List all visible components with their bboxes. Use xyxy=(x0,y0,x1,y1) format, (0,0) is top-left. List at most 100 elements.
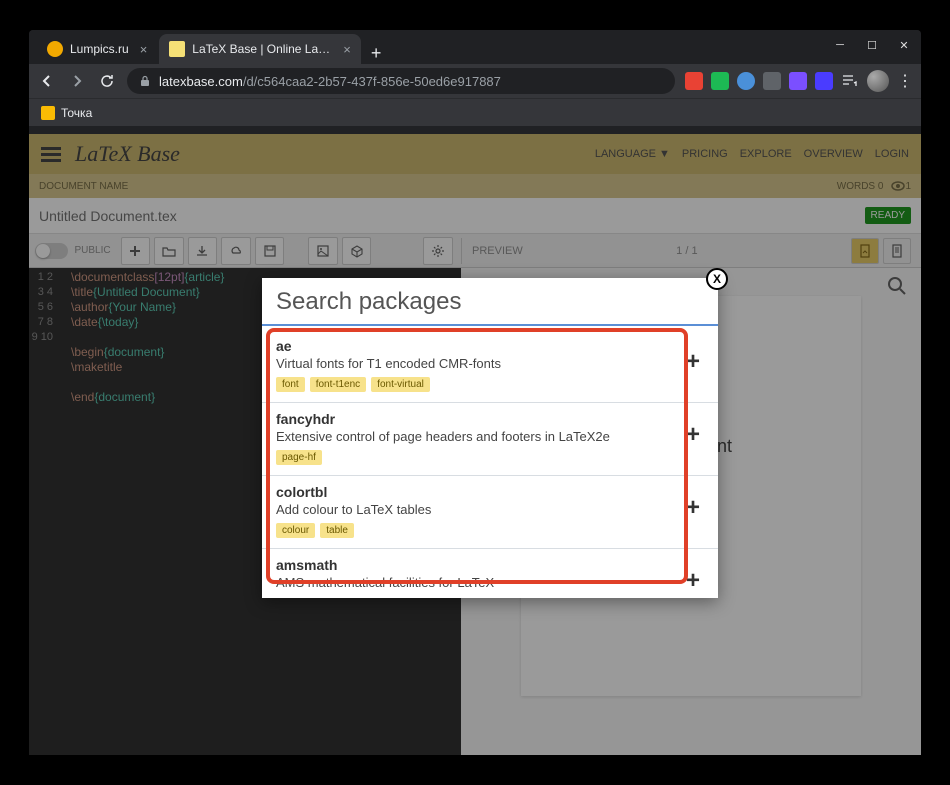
nav-language[interactable]: LANGUAGE ▼ xyxy=(595,148,670,160)
bookmark-label: Точка xyxy=(61,106,92,120)
package-name: amsmath xyxy=(276,557,700,573)
package-tags: page-hf xyxy=(276,450,700,465)
text-view-button[interactable] xyxy=(883,238,911,264)
bookmark-item[interactable]: Точка xyxy=(41,106,92,120)
ext-icon[interactable] xyxy=(711,72,729,90)
package-item[interactable]: colortbl Add colour to LaTeX tables colo… xyxy=(262,476,718,549)
close-tab-icon[interactable]: × xyxy=(343,42,351,57)
tab-favicon xyxy=(47,41,63,57)
browser-tab-latexbase[interactable]: LaTeX Base | Online LaTeX Editor × xyxy=(159,34,361,64)
ready-badge: READY xyxy=(865,207,911,224)
words-label: WORDS xyxy=(837,181,875,192)
zoom-icon[interactable] xyxy=(887,276,907,301)
new-button[interactable] xyxy=(121,237,151,265)
save-button[interactable] xyxy=(255,237,285,265)
preview-label: PREVIEW xyxy=(472,245,523,257)
cloud-button[interactable] xyxy=(221,237,251,265)
image-button[interactable] xyxy=(308,237,338,265)
profile-avatar[interactable] xyxy=(867,70,889,92)
package-description: Extensive control of page headers and fo… xyxy=(276,429,700,444)
folder-icon xyxy=(41,106,55,120)
app-header: LaTeX Base LANGUAGE ▼ PRICING EXPLORE OV… xyxy=(29,134,921,174)
filename[interactable]: Untitled Document.tex xyxy=(39,208,177,224)
download-button[interactable] xyxy=(188,237,218,265)
line-numbers: 1 2 3 4 5 6 7 8 9 10 xyxy=(29,268,59,755)
ext-icon[interactable] xyxy=(789,72,807,90)
views-stat: 1 xyxy=(891,179,911,193)
nav-overview[interactable]: OVERVIEW xyxy=(804,148,863,160)
search-packages-modal: X Search packages ae Virtual fonts for T… xyxy=(262,278,718,598)
settings-button[interactable] xyxy=(423,237,453,265)
package-tag[interactable]: font xyxy=(276,377,305,392)
public-toggle[interactable] xyxy=(35,243,68,259)
menu-icon[interactable] xyxy=(41,147,61,162)
lock-icon xyxy=(139,75,151,87)
view-count: 1 xyxy=(905,181,911,192)
package-description: Virtual fonts for T1 encoded CMR-fonts xyxy=(276,356,700,371)
tab-title: LaTeX Base | Online LaTeX Editor xyxy=(192,42,332,56)
tab-favicon xyxy=(169,41,185,57)
page-indicator: 1 / 1 xyxy=(676,245,697,257)
package-tag[interactable]: colour xyxy=(276,523,315,538)
package-description: AMS mathematical facilities for LaTeX xyxy=(276,575,700,588)
package-tag[interactable]: font-t1enc xyxy=(310,377,366,392)
bookmarks-bar: Точка xyxy=(29,98,921,126)
package-tags: font font-t1enc font-virtual xyxy=(276,377,700,392)
address-bar[interactable]: latexbase.com/d/c564caa2-2b57-437f-856e-… xyxy=(127,68,675,94)
tab-title: Lumpics.ru xyxy=(70,42,129,56)
add-package-button[interactable]: + xyxy=(686,494,700,522)
ext-icon[interactable] xyxy=(763,72,781,90)
new-tab-button[interactable]: + xyxy=(363,43,390,64)
forward-button[interactable] xyxy=(67,71,87,91)
url-domain: latexbase.com xyxy=(159,74,243,89)
doc-status-bar: DOCUMENT NAME WORDS 0 1 xyxy=(29,174,921,198)
public-label: PUBLIC xyxy=(74,245,110,256)
pdf-view-button[interactable] xyxy=(851,238,879,264)
music-list-icon[interactable] xyxy=(841,72,859,90)
nav-pricing[interactable]: PRICING xyxy=(682,148,728,160)
toolbar: PUBLIC PREVIEW 1 / 1 xyxy=(29,234,921,268)
close-modal-button[interactable]: X xyxy=(706,268,728,290)
package-item[interactable]: ae Virtual fonts for T1 encoded CMR-font… xyxy=(262,330,718,403)
add-package-button[interactable]: + xyxy=(686,421,700,449)
modal-title: Search packages xyxy=(262,278,718,324)
reload-button[interactable] xyxy=(97,71,117,91)
package-tag[interactable]: table xyxy=(320,523,354,538)
tab-strip: Lumpics.ru × LaTeX Base | Online LaTeX E… xyxy=(29,30,921,64)
minimize-button[interactable]: ─ xyxy=(833,38,847,52)
close-tab-icon[interactable]: × xyxy=(140,42,148,57)
package-name: colortbl xyxy=(276,484,700,500)
nav-explore[interactable]: EXPLORE xyxy=(740,148,792,160)
package-item[interactable]: fancyhdr Extensive control of page heade… xyxy=(262,403,718,476)
package-button[interactable] xyxy=(342,237,372,265)
address-bar-row: latexbase.com/d/c564caa2-2b57-437f-856e-… xyxy=(29,64,921,98)
filename-row: Untitled Document.tex READY xyxy=(29,198,921,234)
app-title: LaTeX Base xyxy=(75,141,180,167)
ext-icon[interactable] xyxy=(685,72,703,90)
docname-label: DOCUMENT NAME xyxy=(39,181,128,192)
package-name: ae xyxy=(276,338,700,354)
browser-menu-icon[interactable]: ⋮ xyxy=(897,71,913,91)
package-description: Add colour to LaTeX tables xyxy=(276,502,700,517)
open-button[interactable] xyxy=(154,237,184,265)
url-path: /d/c564caa2-2b57-437f-856e-50ed6e917887 xyxy=(243,74,501,89)
maximize-button[interactable]: ☐ xyxy=(865,38,879,52)
ext-icon[interactable] xyxy=(815,72,833,90)
add-package-button[interactable]: + xyxy=(686,567,700,588)
ext-icon[interactable] xyxy=(737,72,755,90)
package-list-container[interactable]: ae Virtual fonts for T1 encoded CMR-font… xyxy=(262,326,718,588)
back-button[interactable] xyxy=(37,71,57,91)
package-item[interactable]: amsmath AMS mathematical facilities for … xyxy=(262,549,718,588)
package-tags: colour table xyxy=(276,523,700,538)
top-nav: LANGUAGE ▼ PRICING EXPLORE OVERVIEW LOGI… xyxy=(595,148,909,160)
close-window-button[interactable]: ✕ xyxy=(897,38,911,52)
chevron-down-icon: ▼ xyxy=(659,148,670,160)
nav-login[interactable]: LOGIN xyxy=(875,148,909,160)
browser-tab-lumpics[interactable]: Lumpics.ru × xyxy=(37,34,157,64)
package-tag[interactable]: page-hf xyxy=(276,450,322,465)
extension-icons: ⋮ xyxy=(685,70,913,92)
package-name: fancyhdr xyxy=(276,411,700,427)
package-tag[interactable]: font-virtual xyxy=(371,377,430,392)
add-package-button[interactable]: + xyxy=(686,348,700,376)
word-count: 0 xyxy=(878,181,884,192)
